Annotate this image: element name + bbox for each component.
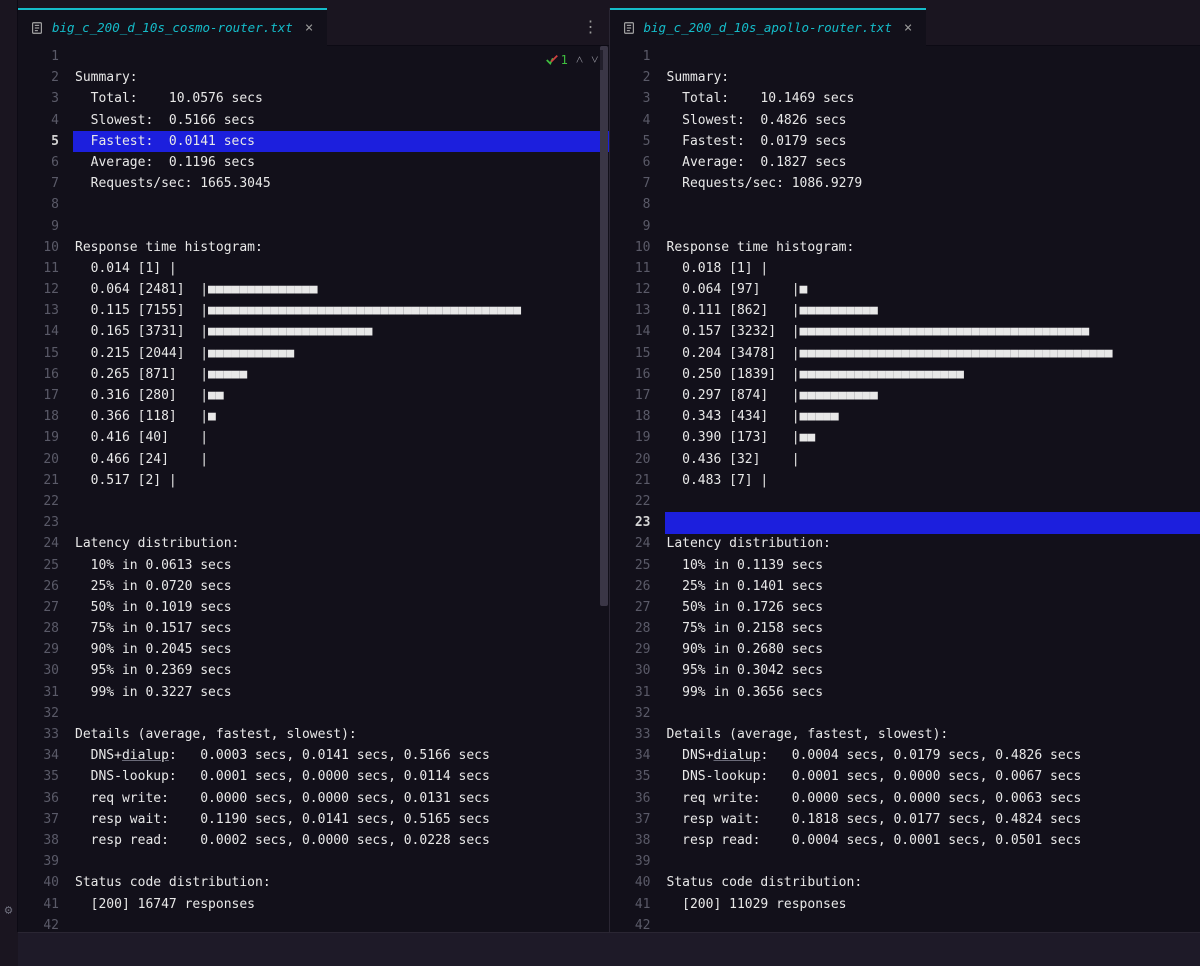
editor-split: big_c_200_d_10s_cosmo-router.txt × ⋮ 1 ˄… [18, 8, 1200, 932]
code-right[interactable]: Summary: Total: 10.1469 secs Slowest: 0.… [665, 46, 1200, 932]
editor-pane-right: big_c_200_d_10s_apollo-router.txt × 1234… [610, 8, 1200, 932]
tab-close-right[interactable]: × [900, 20, 916, 36]
file-text-icon [30, 21, 44, 35]
tab-left[interactable]: big_c_200_d_10s_cosmo-router.txt × [18, 8, 327, 46]
diff-count: 1 [561, 53, 568, 67]
code-left[interactable]: Summary: Total: 10.0576 secs Slowest: 0.… [73, 46, 609, 932]
diff-prev-icon[interactable]: ˄ [576, 52, 583, 68]
tab-row-left: big_c_200_d_10s_cosmo-router.txt × ⋮ [18, 8, 609, 46]
gutter-left: 1234567891011121314151617181920212223242… [18, 46, 73, 932]
diff-next-icon[interactable]: ˅ [591, 52, 598, 68]
editor-body-left[interactable]: 1234567891011121314151617181920212223242… [18, 46, 609, 932]
title-bar [18, 0, 1200, 8]
tab-right[interactable]: big_c_200_d_10s_apollo-router.txt × [610, 8, 927, 46]
file-text-icon [622, 21, 636, 35]
editor-pane-left: big_c_200_d_10s_cosmo-router.txt × ⋮ 1 ˄… [18, 8, 610, 932]
tab-overflow-left[interactable]: ⋮ [583, 17, 609, 36]
gutter-right: 1234567891011121314151617181920212223242… [610, 46, 665, 932]
settings-icon[interactable]: ⚙ [5, 903, 13, 918]
status-bar[interactable] [18, 932, 1200, 966]
editor-body-right[interactable]: 1234567891011121314151617181920212223242… [610, 46, 1200, 932]
tab-right-filename: big_c_200_d_10s_apollo-router.txt [644, 20, 892, 35]
tab-close-left[interactable]: × [301, 20, 317, 36]
tab-row-right: big_c_200_d_10s_apollo-router.txt × [610, 8, 1200, 46]
activity-bar: ⚙ [0, 0, 18, 932]
tab-left-filename: big_c_200_d_10s_cosmo-router.txt [52, 20, 293, 35]
diff-overlay-controls: 1 ˄ ˅ [541, 50, 603, 70]
diff-check-icon: 1 [545, 53, 568, 67]
